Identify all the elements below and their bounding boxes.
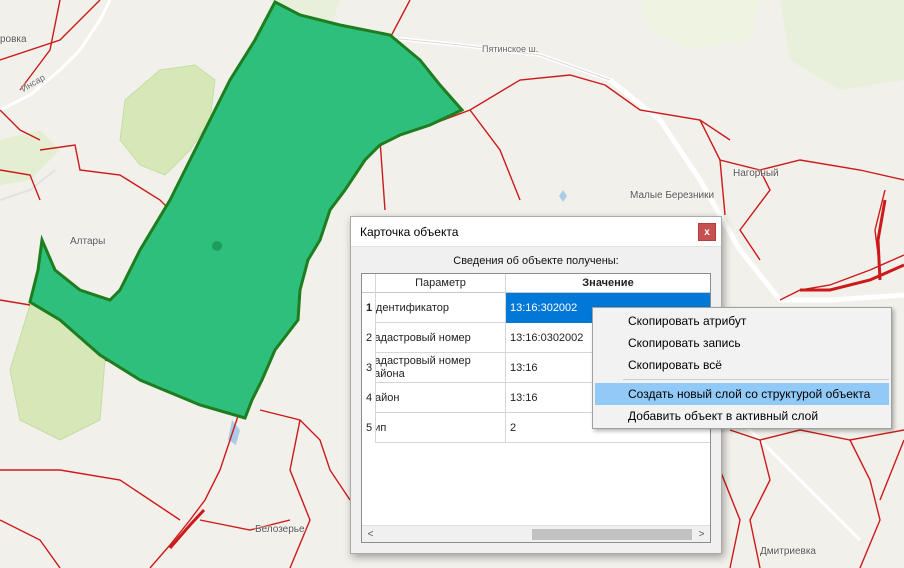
scroll-right-arrow-icon[interactable]: > (693, 526, 710, 542)
param-text: Кадастровый номер района (376, 355, 471, 380)
param-cell[interactable]: Кадастровый номер (376, 323, 506, 353)
column-header-param[interactable]: Параметр (376, 274, 506, 293)
param-text: Тип (376, 421, 387, 434)
row-number[interactable]: 1 (362, 293, 376, 323)
menu-item-add-to-active-layer[interactable]: Добавить объект в активный слой (595, 405, 889, 427)
row-number[interactable]: 2 (362, 323, 376, 353)
parcel-centroid-marker (212, 241, 222, 251)
map-label-nagorny: Нагорный (733, 168, 779, 179)
grid-corner (362, 274, 376, 293)
close-button[interactable]: x (698, 223, 716, 241)
menu-item-copy-attribute[interactable]: Скопировать атрибут (595, 310, 889, 332)
menu-separator (623, 379, 889, 380)
dialog-status-text: Сведения об объекте получены: (453, 255, 619, 267)
param-text: Район (376, 391, 400, 404)
param-text: Кадастровый номер (376, 331, 471, 344)
row-number[interactable]: 5 (362, 413, 376, 443)
map-label-belozerye: Белозерье (255, 524, 305, 535)
scrollbar-thumb[interactable] (532, 529, 692, 540)
map-label-pyatinskoe-road: Пятинское ш. (482, 44, 539, 54)
grid-header: Параметр Значение (362, 274, 710, 293)
map-label-orovka: ровка (0, 34, 27, 45)
row-number[interactable]: 4 (362, 383, 376, 413)
column-header-value[interactable]: Значение (506, 274, 710, 293)
dialog-title: Карточка объекта (360, 225, 459, 239)
row-number[interactable]: 3 (362, 353, 376, 383)
horizontal-scrollbar[interactable]: < > (362, 525, 710, 542)
context-menu: Скопировать атрибут Скопировать запись С… (592, 307, 892, 429)
param-cell[interactable]: Идентификатор (376, 293, 506, 323)
param-cell[interactable]: Кадастровый номер района (376, 353, 506, 383)
menu-item-copy-record[interactable]: Скопировать запись (595, 332, 889, 354)
map-label-altary: Алтары (70, 236, 106, 247)
map-label-malye-bereznyki: Малые Березники (630, 190, 715, 201)
scroll-left-arrow-icon[interactable]: < (362, 526, 379, 542)
dialog-titlebar[interactable]: Карточка объекта x (351, 217, 721, 247)
menu-item-create-layer[interactable]: Создать новый слой со структурой объекта (595, 383, 889, 405)
menu-item-copy-all[interactable]: Скопировать всё (595, 354, 889, 376)
param-cell[interactable]: Район (376, 383, 506, 413)
close-icon: x (704, 226, 710, 238)
param-cell[interactable]: Тип (376, 413, 506, 443)
param-text: Идентификатор (376, 301, 449, 314)
map-label-dmitrievka: Дмитриевка (760, 546, 816, 557)
